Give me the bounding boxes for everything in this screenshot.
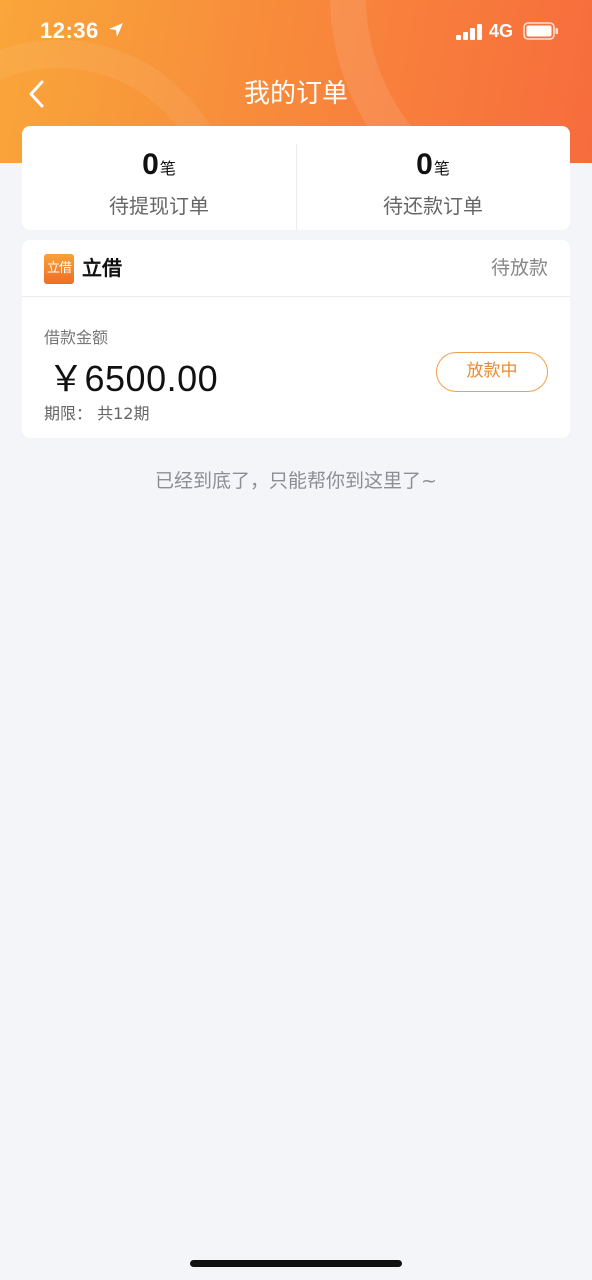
pending-withdrawal-summary[interactable]: 0笔 待提现订单 <box>22 126 296 230</box>
order-card[interactable]: 立借 立借 待放款 借款金额 ￥6500.00 期限： 共12期 放款中 <box>22 240 570 438</box>
count-unit: 笔 <box>159 159 176 178</box>
loan-term: 期限： 共12期 <box>44 404 150 423</box>
network-type: 4G <box>489 21 514 41</box>
count-number: 0 <box>416 148 433 181</box>
location-arrow-icon <box>109 23 123 37</box>
count-number: 0 <box>142 148 159 181</box>
pending-withdrawal-count: 0笔 <box>22 148 296 182</box>
pending-withdrawal-label: 待提现订单 <box>109 194 209 218</box>
loan-amount-label: 借款金额 <box>44 328 109 347</box>
status-time: 12:36 <box>40 18 99 43</box>
disbursing-button[interactable]: 放款中 <box>436 352 548 392</box>
divider <box>22 296 570 297</box>
battery-icon <box>523 22 558 40</box>
pending-repayment-label: 待还款订单 <box>383 194 483 218</box>
page-title: 我的订单 <box>243 79 348 109</box>
lender-name: 立借 <box>82 256 122 280</box>
signal-icon <box>456 24 482 40</box>
loan-amount-value: ￥6500.00 <box>48 358 219 399</box>
order-status: 待放款 <box>490 257 548 279</box>
order-summary-card: 0笔 待提现订单 0笔 待还款订单 <box>22 126 570 230</box>
pending-repayment-count: 0笔 <box>296 148 570 182</box>
status-bar: 12:36 4G <box>0 0 592 64</box>
pending-repayment-summary[interactable]: 0笔 待还款订单 <box>296 126 570 230</box>
count-unit: 笔 <box>433 159 450 178</box>
lender-logo: 立借 <box>44 254 74 284</box>
home-indicator[interactable] <box>190 1260 402 1267</box>
end-of-list-tip: 已经到底了，只能帮你到这里了~ <box>155 470 437 492</box>
